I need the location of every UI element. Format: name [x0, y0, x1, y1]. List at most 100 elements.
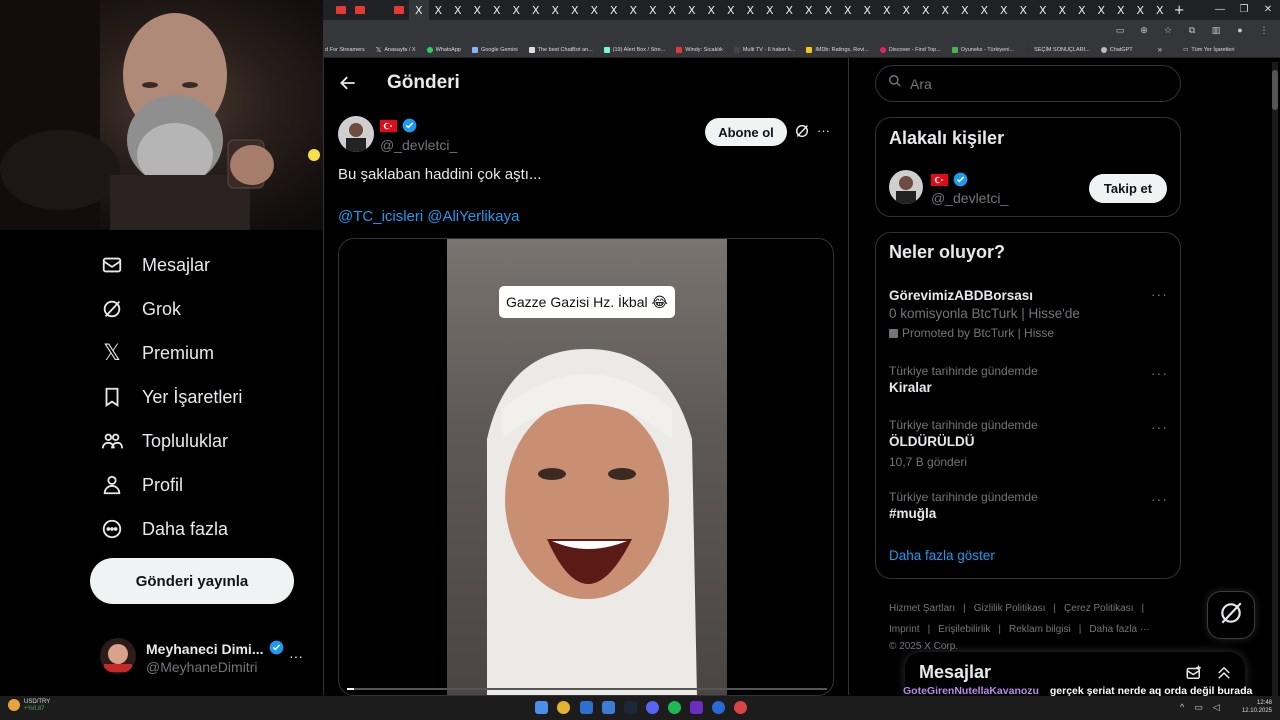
- browser-tab[interactable]: X: [1014, 0, 1034, 20]
- bookmark[interactable]: d For Streamers: [325, 47, 365, 53]
- browser-tab[interactable]: X: [585, 0, 605, 20]
- footer-link[interactable]: Imprint: [889, 619, 920, 640]
- nav-item-communities[interactable]: Topluluklar: [100, 419, 228, 463]
- post-button[interactable]: Gönderi yayınla: [90, 558, 294, 604]
- browser-tab[interactable]: X: [1111, 0, 1131, 20]
- browser-tab[interactable]: X: [604, 0, 624, 20]
- related-handle[interactable]: @_devletci_: [931, 190, 1008, 206]
- search-box[interactable]: [875, 65, 1181, 102]
- browser-tab[interactable]: X: [994, 0, 1014, 20]
- subscribe-button[interactable]: Abone ol: [705, 118, 787, 146]
- browser-tab[interactable]: X: [663, 0, 683, 20]
- volume-icon[interactable]: ◁: [1213, 702, 1220, 713]
- browser-tab[interactable]: X: [1053, 0, 1073, 20]
- trend-title[interactable]: #muğla: [889, 506, 936, 521]
- zoom-icon[interactable]: ⊕: [1138, 24, 1150, 36]
- bookmark[interactable]: Google Gemini: [471, 46, 518, 53]
- bookmark[interactable]: The best ChatBot an...: [528, 46, 593, 53]
- spotify-icon[interactable]: [668, 701, 681, 714]
- network-icon[interactable]: ▭: [1194, 702, 1203, 713]
- trend-more-button[interactable]: ···: [1151, 419, 1168, 435]
- trend-more-button[interactable]: ···: [1151, 365, 1168, 381]
- browser-tab[interactable]: X: [624, 0, 644, 20]
- scrollbar-thumb[interactable]: [1272, 70, 1278, 110]
- browser-tab[interactable]: X: [936, 0, 956, 20]
- browser-tab[interactable]: X: [429, 0, 449, 20]
- app-icon[interactable]: [712, 701, 725, 714]
- nav-item-premium[interactable]: 𝕏 Premium: [100, 331, 214, 375]
- browser-tab[interactable]: X: [819, 0, 839, 20]
- app-icon[interactable]: [602, 701, 615, 714]
- bookmarks-overflow-button[interactable]: »: [1158, 45, 1162, 54]
- browser-tab[interactable]: X: [526, 0, 546, 20]
- browser-tab[interactable]: X: [507, 0, 527, 20]
- trend-title[interactable]: Kiralar: [889, 380, 932, 395]
- browser-tab[interactable]: X: [858, 0, 878, 20]
- browser-tab[interactable]: X: [780, 0, 800, 20]
- menu-icon[interactable]: ⋮: [1258, 24, 1270, 36]
- browser-tab[interactable]: [390, 0, 410, 20]
- footer-link[interactable]: Reklam bilgisi: [1009, 619, 1071, 640]
- bookmark[interactable]: Multi TV - 6 haber k...: [733, 46, 795, 53]
- chrome-icon[interactable]: [557, 701, 570, 714]
- nav-item-messages[interactable]: Mesajlar: [100, 243, 210, 287]
- follow-button[interactable]: Takip et: [1089, 174, 1167, 203]
- steam-icon[interactable]: [624, 701, 637, 714]
- bookmark[interactable]: Discover - Find Top...: [879, 46, 941, 53]
- discord-icon[interactable]: [646, 701, 659, 714]
- footer-link[interactable]: Erişilebilirlik: [938, 619, 990, 640]
- mention-link[interactable]: @TC_icisleri: [338, 208, 423, 225]
- browser-tab[interactable]: X: [877, 0, 897, 20]
- browser-tab[interactable]: X: [721, 0, 741, 20]
- author-handle[interactable]: @_devletci_: [380, 137, 457, 153]
- show-more-link[interactable]: Daha fazla göster: [889, 548, 995, 563]
- footer-link[interactable]: Daha fazla ···: [1089, 619, 1150, 640]
- nav-item-profile[interactable]: Profil: [100, 463, 183, 507]
- grok-float-button[interactable]: [1207, 591, 1255, 639]
- bookmark[interactable]: Oyuneks - Türkiyeni...: [951, 46, 1014, 53]
- footer-link[interactable]: Hizmet Şartları: [889, 598, 955, 619]
- nav-item-grok[interactable]: Grok: [100, 287, 181, 331]
- streaming-app-icon[interactable]: [690, 701, 703, 714]
- new-tab-button[interactable]: +: [1170, 0, 1190, 20]
- mention-link[interactable]: @AliYerlikaya: [427, 208, 519, 225]
- browser-tab[interactable]: X: [1033, 0, 1053, 20]
- footer-link[interactable]: Çerez Politikası: [1064, 598, 1133, 619]
- nav-item-more[interactable]: Daha fazla: [100, 507, 228, 551]
- browser-tab[interactable]: [370, 0, 390, 20]
- browser-tab[interactable]: [351, 0, 371, 20]
- video-player[interactable]: Gazze Gazisi Hz. İkbal 😂: [338, 238, 834, 696]
- bookmark[interactable]: WhatsApp: [426, 46, 461, 53]
- tray-chevron-icon[interactable]: ^: [1180, 702, 1184, 713]
- tab-search-icon[interactable]: ▥: [1210, 24, 1222, 36]
- clock[interactable]: 12:48 12.10.2025: [1238, 699, 1272, 715]
- browser-tab[interactable]: X: [643, 0, 663, 20]
- bookmark[interactable]: IMDb: Ratings, Revi...: [806, 46, 869, 53]
- browser-tab[interactable]: X: [1150, 0, 1170, 20]
- video-progress-bar[interactable]: [347, 688, 827, 690]
- star-icon[interactable]: ☆: [1162, 24, 1174, 36]
- browser-tab[interactable]: X: [1092, 0, 1112, 20]
- scrollbar[interactable]: [1272, 62, 1278, 696]
- account-name-row[interactable]: Meyhaneci Dimi...: [146, 640, 284, 658]
- close-icon[interactable]: ✕: [1256, 0, 1280, 20]
- nav-item-bookmarks[interactable]: Yer İşaretleri: [100, 375, 242, 419]
- bookmark[interactable]: Windy: Sıcaklık: [676, 46, 723, 53]
- post-more-button[interactable]: ···: [817, 123, 830, 138]
- bookmark[interactable]: ChatGPT: [1100, 46, 1133, 53]
- browser-tab[interactable]: X: [741, 0, 761, 20]
- browser-tab[interactable]: X: [448, 0, 468, 20]
- profile-icon[interactable]: ●: [1234, 24, 1246, 36]
- grok-icon[interactable]: [794, 123, 810, 144]
- related-avatar[interactable]: [889, 170, 923, 204]
- maximize-icon[interactable]: ❐: [1232, 0, 1256, 20]
- browser-tab[interactable]: X: [955, 0, 975, 20]
- extensions-icon[interactable]: ⧉: [1186, 24, 1198, 36]
- browser-tab[interactable]: X: [565, 0, 585, 20]
- account-more-button[interactable]: ···: [289, 648, 303, 664]
- cast-icon[interactable]: ▭: [1114, 24, 1126, 36]
- browser-tab[interactable]: X: [1131, 0, 1151, 20]
- trend-title[interactable]: ÖLDÜRÜLDÜ: [889, 434, 975, 449]
- browser-tab[interactable]: X: [975, 0, 995, 20]
- browser-tab[interactable]: X: [409, 0, 429, 20]
